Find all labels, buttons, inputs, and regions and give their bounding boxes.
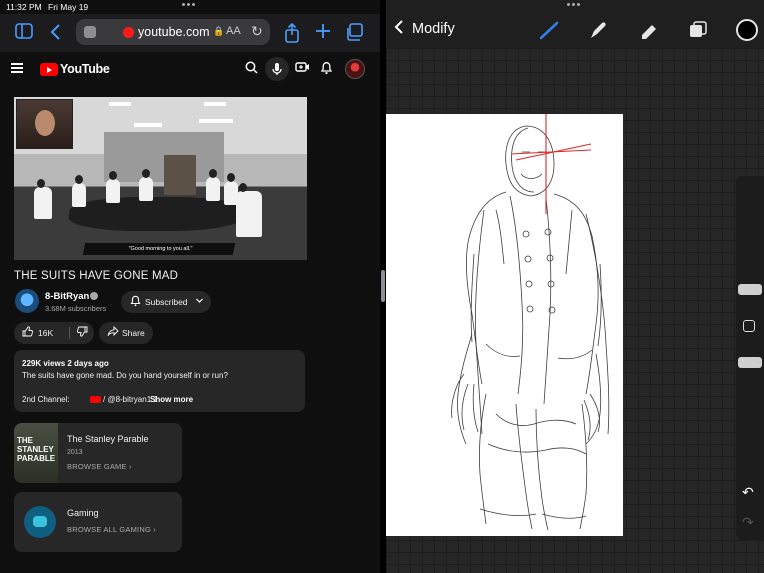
share-label: Share [122,328,145,338]
channel-avatar[interactable] [15,289,39,313]
like-separator [69,327,70,339]
site-favicon [123,27,134,38]
share-button[interactable]: Share [99,322,153,344]
video-player[interactable]: "Good morning to you all." [14,97,307,260]
new-tab-icon[interactable] [313,23,333,43]
subscribed-button[interactable]: Subscribed [121,291,211,313]
youtube-wordmark[interactable]: YouTube [60,62,110,76]
notifications-bell-icon[interactable] [318,61,334,77]
description-text: The suits have gone mad. Do you hand you… [22,371,228,380]
scene-person [72,175,86,207]
multitask-dots-left[interactable] [182,3,198,7]
scene-table [66,197,247,231]
youtube-header: YouTube [0,52,380,86]
like-dislike-group: 16K [14,322,94,344]
reload-icon[interactable]: ↻ [251,23,263,40]
layers-icon[interactable] [686,20,708,40]
video-title[interactable]: THE SUITS HAVE GONE MAD [14,270,178,282]
sidebar-icon[interactable] [14,23,34,43]
subscribed-label: Subscribed [145,297,188,307]
scene-person [236,183,262,237]
search-icon[interactable] [243,61,259,77]
scene-person [206,169,220,201]
game-card[interactable]: THE STANLEY PARABLE The Stanley Parable … [14,423,182,483]
status-date: Fri May 19 [48,2,89,12]
video-caption: "Good morning to you all." [128,246,193,252]
scene-person [139,169,153,201]
second-channel-label: 2nd Channel: [22,395,70,404]
lock-icon: 🔒 [213,26,225,36]
status-bar: 11:32 PM Fri May 19 [0,0,380,14]
multitask-dots-right[interactable] [567,3,583,7]
brush-size-slider[interactable] [738,284,762,295]
drawing-canvas[interactable] [386,114,623,536]
eraser-icon[interactable] [637,20,659,40]
gaming-controller-icon [24,506,56,538]
opacity-slider[interactable] [738,357,762,368]
gaming-title: Gaming [67,508,99,518]
scene-door [164,155,196,195]
scene-person [106,171,120,203]
create-icon[interactable] [294,61,310,77]
brush-sidebar: ↶ ↷ [736,176,764,540]
show-more-link[interactable]: Show more [150,395,193,404]
sketch-drawing [451,114,610,531]
scene-light [199,119,233,123]
scene-light [109,102,131,106]
safari-pane: 11:32 PM Fri May 19 youtube.com 🔒 AA ↻ Y… [0,0,380,573]
like-count[interactable]: 16K [38,328,53,338]
safari-toolbar: youtube.com 🔒 AA ↻ [0,14,380,52]
divider-grip-handle[interactable] [381,270,385,302]
modify-square-button[interactable] [743,320,755,332]
url-text[interactable]: youtube.com [138,25,210,39]
gaming-card[interactable]: Gaming BROWSE ALL GAMING › [14,492,182,552]
back-chevron-icon[interactable] [394,19,404,39]
color-swatch[interactable] [736,19,758,41]
thumbnail-title: THE STANLEY PARABLE [17,436,56,463]
view-count-date: 229K views 2 days ago [22,359,109,368]
channel-name[interactable]: 8-BitRyan [45,291,89,302]
tabs-icon[interactable] [344,23,364,43]
smudge-icon[interactable] [587,20,609,40]
scene-light [204,102,226,106]
description-box[interactable]: 229K views 2 days ago The suits have gon… [14,350,305,412]
split-screen: 11:32 PM Fri May 19 youtube.com 🔒 AA ↻ Y… [0,0,764,573]
verified-badge-icon [90,292,98,300]
status-time: 11:32 PM [6,2,42,12]
game-title: The Stanley Parable [67,434,149,444]
share-arrow-icon [107,325,119,340]
page-menu-icon[interactable] [84,26,96,38]
scene-light [134,123,162,127]
game-thumbnail: THE STANLEY PARABLE [14,423,58,483]
browse-all-gaming-link[interactable]: BROWSE ALL GAMING › [67,525,156,534]
back-icon[interactable] [45,23,65,43]
redo-icon[interactable]: ↷ [742,514,754,531]
undo-icon[interactable]: ↶ [742,484,754,501]
modify-menu[interactable]: Modify [412,21,455,37]
voice-search-button[interactable] [265,57,289,81]
account-avatar[interactable] [345,59,365,79]
subscriber-count: 3.68M subscribers [45,304,107,313]
game-year: 2013 [67,449,83,456]
thumbs-down-icon[interactable] [77,326,88,340]
menu-icon[interactable] [11,63,23,73]
chevron-down-icon [195,296,204,307]
youtube-logo-icon[interactable] [40,63,58,76]
procreate-pane: Modify ↶ ↷ [386,0,764,573]
procreate-toolbar: Modify [386,0,764,48]
reader-aa-button[interactable]: AA [226,25,241,37]
share-icon[interactable] [282,22,302,43]
youtube-mini-icon [90,396,101,403]
browse-game-link[interactable]: BROWSE GAME › [67,462,132,471]
scene-person [34,179,52,219]
thumbs-up-icon[interactable] [22,326,33,340]
address-bar[interactable]: youtube.com 🔒 AA ↻ [76,19,270,45]
bell-icon [130,295,141,310]
brush-icon[interactable] [538,20,560,40]
streamer-facecam [16,99,73,149]
